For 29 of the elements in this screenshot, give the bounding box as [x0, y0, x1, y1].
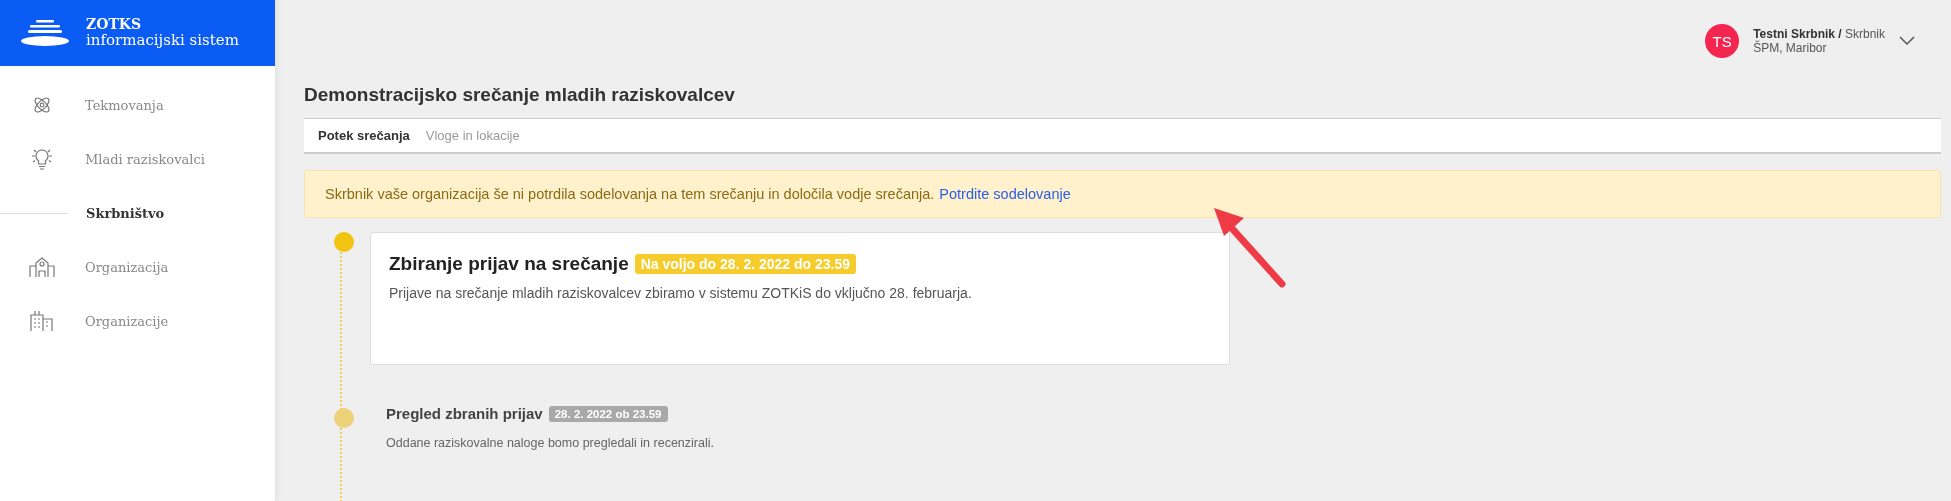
step-title: Zbiranje prijav na srečanje	[389, 253, 629, 275]
nav-link[interactable]: Tekmovanja	[85, 97, 164, 113]
step-description: Oddane raziskovalne naloge bomo pregledali in recenzirali.	[386, 436, 715, 450]
nav-link[interactable]: Organizacije	[85, 313, 169, 329]
office-buildings-icon	[29, 310, 55, 332]
brand-subtitle: informacijski sistem	[86, 32, 239, 50]
brand-name: ZOTKS	[86, 16, 143, 33]
user-name: Testni Skrbnik / Skrbnik	[1753, 26, 1885, 41]
tab[interactable]: Potek srečanja	[312, 128, 416, 143]
avatar: TS	[1705, 24, 1740, 58]
tab[interactable]: Vloge in lokacije	[419, 128, 526, 143]
user-organization: ŠPM, Maribor	[1753, 41, 1828, 56]
user-menu[interactable]: TS Testni Skrbnik / Skrbnik ŠPM, Maribor	[1705, 24, 1915, 58]
date-badge: Na voljo do 28. 2. 2022 do 23.59	[634, 254, 857, 274]
nav-link[interactable]: Mladi raziskovalci	[85, 151, 205, 167]
step-title: Pregled zbranih prijav	[386, 405, 543, 422]
timeline-dot	[334, 408, 354, 428]
building-icon	[29, 256, 55, 278]
alert-message: Skrbnik vaše organizacija še ni potrdila sodelovanja na tem srečanju in določila vodje srečanja.	[325, 186, 935, 202]
chevron-down-icon	[1899, 36, 1915, 46]
timeline-dot	[334, 232, 354, 252]
lightbulb-icon	[29, 147, 55, 171]
step-description: Prijave na srečanje mladih raziskovalcev zbiramo v sistemu ZOTKiS do vključno 28. februarja.	[389, 285, 973, 301]
date-badge: 28. 2. 2022 ob 23.59	[548, 405, 668, 422]
section-heading: Skrbništvo	[86, 205, 165, 221]
logo-icon	[20, 20, 70, 46]
nav-link[interactable]: Organizacija	[85, 259, 169, 275]
confirm-link[interactable]: Potrdite sodelovanje	[939, 186, 1071, 202]
page-title: Demonstracijsko srečanje mladih raziskovalcev	[304, 84, 736, 106]
